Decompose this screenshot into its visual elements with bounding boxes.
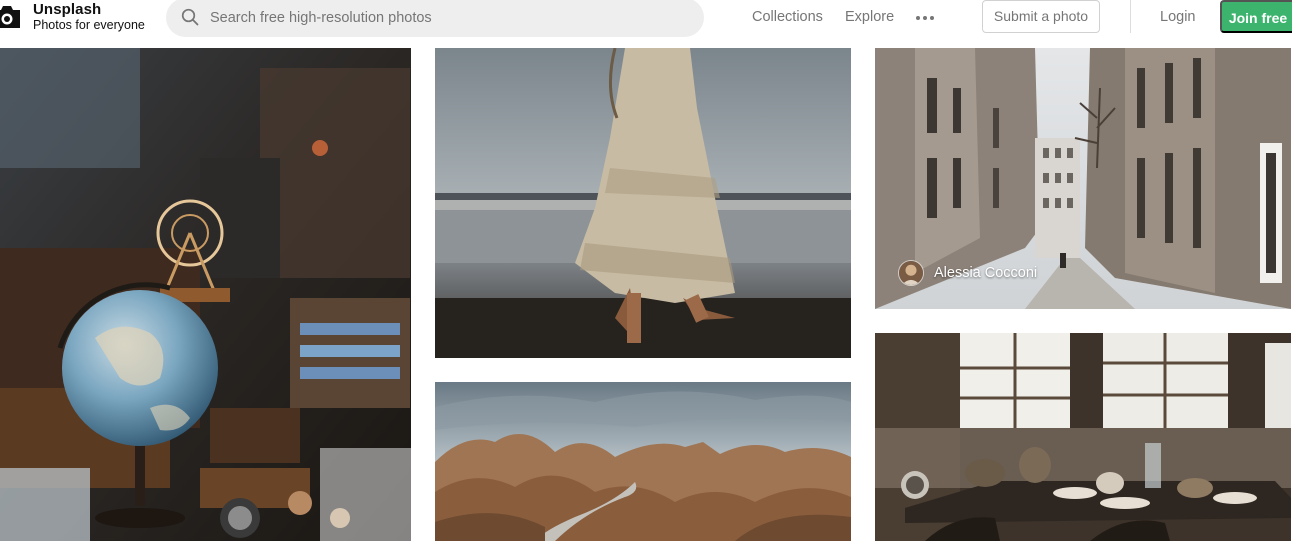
photographer-name: Alessia Cocconi — [934, 265, 1038, 281]
login-link[interactable]: Login — [1160, 9, 1195, 25]
photo-woman-beach[interactable] — [435, 48, 851, 358]
nav-divider — [1130, 0, 1131, 33]
join-free-button[interactable]: Join free — [1220, 0, 1292, 33]
search-input[interactable] — [210, 0, 690, 37]
photo-credit[interactable]: Alessia Cocconi — [898, 258, 1037, 288]
brand-name[interactable]: Unsplash — [33, 1, 101, 18]
camera-logo-icon[interactable] — [0, 4, 22, 30]
top-nav: Unsplash Photos for everyone Collections… — [0, 0, 1292, 37]
nav-explore-link[interactable]: Explore — [845, 9, 894, 25]
nav-collections-link[interactable]: Collections — [752, 9, 823, 25]
photo-table-teapots[interactable] — [875, 333, 1291, 541]
avatar — [898, 260, 924, 286]
submit-photo-button[interactable]: Submit a photo — [982, 0, 1100, 33]
search-icon — [181, 8, 199, 26]
photo-paris-street[interactable]: Alessia Cocconi — [875, 48, 1291, 309]
more-horizontal-icon[interactable] — [914, 9, 936, 27]
brand-tagline: Photos for everyone — [33, 18, 145, 32]
photo-eroded-hills[interactable] — [435, 382, 851, 541]
photo-globe-window[interactable] — [0, 48, 411, 541]
search-bar[interactable] — [166, 0, 704, 37]
